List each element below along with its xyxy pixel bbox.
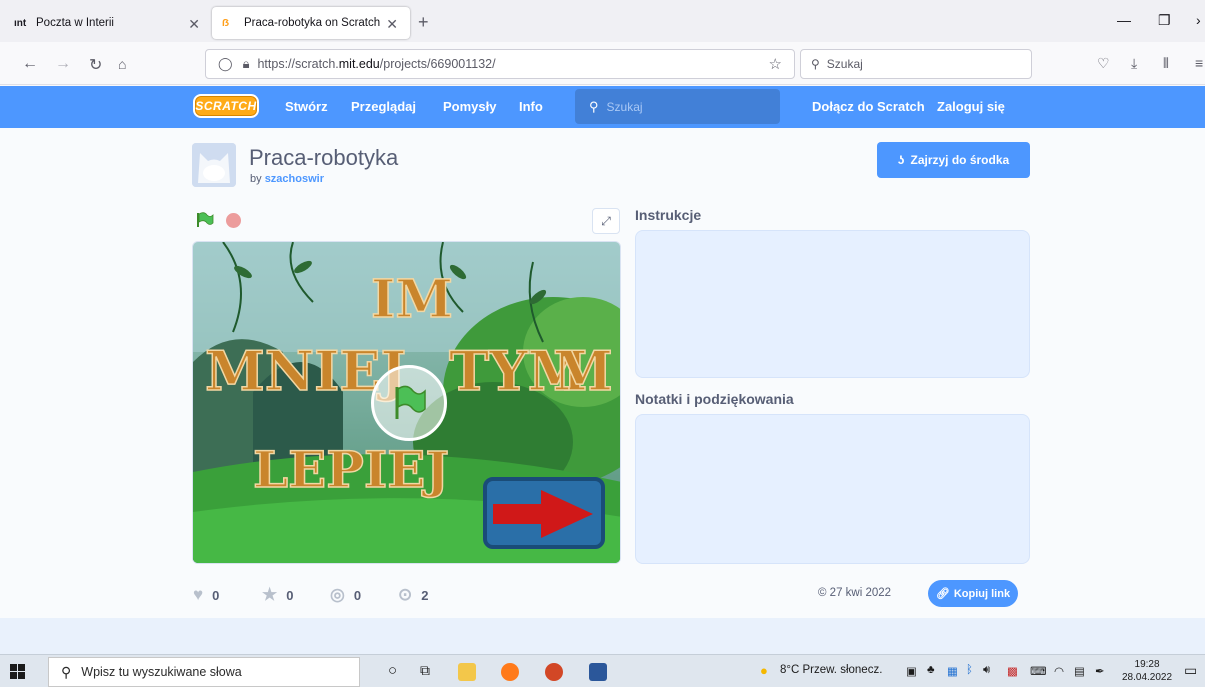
wifi-icon[interactable]: ◠	[1054, 664, 1064, 678]
close-window-icon[interactable]: ›	[1196, 12, 1201, 28]
project-page: Praca-robotyka by szachoswir ʖ Zajrzyj d…	[0, 128, 1205, 618]
firefox-icon[interactable]	[501, 663, 519, 681]
close-tab-icon[interactable]: ✕	[386, 16, 398, 33]
pocket-icon[interactable]: ♡	[1097, 55, 1110, 72]
project-title: Praca-robotyka	[249, 145, 399, 170]
green-flag-icon[interactable]	[196, 212, 214, 228]
share-date: © 27 kwi 2022	[818, 587, 892, 599]
tab-scratch[interactable]: ẞ Praca-robotyka on Scratch ✕	[212, 7, 410, 39]
taskbar-clock[interactable]: 19:28 28.04.2022	[1122, 658, 1172, 684]
browser-search-field[interactable]: ⚲ Szukaj	[800, 49, 1032, 79]
back-icon[interactable]: ←	[22, 55, 38, 73]
restore-icon[interactable]: ❐	[1158, 12, 1171, 29]
notes-box	[635, 414, 1030, 564]
windows-start-icon[interactable]	[10, 664, 25, 679]
tray-app-icon[interactable]: ♣	[927, 664, 935, 676]
tracking-shield-icon[interactable]: ◯	[218, 56, 233, 72]
address-bar[interactable]: ◯ 🔒︎ https://scratch.mit.edu/projects/66…	[205, 49, 795, 79]
avatar[interactable]	[192, 143, 236, 187]
stage-text-m: M	[553, 339, 613, 403]
author-link[interactable]: szachoswir	[265, 173, 324, 185]
scratch-favicon-icon: ẞ	[222, 17, 230, 29]
new-tab-icon[interactable]: +	[418, 12, 429, 33]
favorite-stat[interactable]: ★ 0	[262, 585, 293, 605]
home-icon[interactable]: ⌂	[118, 56, 126, 72]
file-explorer-icon[interactable]	[458, 663, 476, 681]
volume-icon[interactable]: 🔊︎	[983, 664, 990, 677]
bookmark-star-icon[interactable]: ☆	[769, 55, 782, 73]
cat-avatar-icon	[192, 143, 236, 187]
green-flag-icon	[395, 385, 426, 419]
copy-link-button[interactable]: 🔗︎ Kopiuj link	[928, 580, 1018, 607]
remix-stat: ◎ 0	[330, 585, 362, 604]
project-stage[interactable]: IM MNIEJ TYM M LEPIEJ	[192, 241, 621, 564]
scratch-search-input[interactable]: ⚲ Szukaj	[575, 89, 780, 124]
scratch-navbar: SCRATCH Stwórz Przeglądaj Pomysły Info ⚲…	[0, 86, 1205, 128]
powerpoint-icon[interactable]	[545, 663, 563, 681]
pen-icon[interactable]: ✒	[1095, 664, 1105, 678]
interia-favicon-icon: ınt	[14, 17, 27, 29]
search-icon: ⚲	[589, 98, 599, 114]
project-author-line: by szachoswir	[250, 173, 324, 185]
keyboard-icon[interactable]: ▤	[1074, 664, 1085, 678]
fullscreen-button[interactable]: ⤢	[592, 208, 620, 234]
heart-icon: ♥	[193, 585, 204, 604]
instructions-box	[635, 230, 1030, 378]
url-text[interactable]: https://scratch.mit.edu/projects/6690011…	[257, 57, 495, 71]
reload-icon[interactable]: ↻	[89, 55, 102, 75]
task-view-icon[interactable]: ⧉	[420, 662, 430, 679]
browser-tab-bar: ınt Poczta w Interii ✕ ẞ Praca-robotyka …	[0, 0, 1205, 42]
weather-sun-icon: ●	[760, 663, 768, 678]
search-icon: ⚲	[61, 663, 72, 680]
nav-about[interactable]: Info	[519, 99, 543, 114]
nav-ideas[interactable]: Pomysły	[443, 99, 496, 114]
see-inside-button[interactable]: ʖ Zajrzyj do środka	[877, 142, 1030, 178]
views-stat: ⊙ 2	[398, 585, 429, 604]
instructions-label: Instrukcje	[635, 207, 702, 223]
love-stat[interactable]: ♥ 0	[193, 585, 219, 605]
input-method-icon[interactable]: ⌨	[1030, 664, 1047, 678]
tray-app-icon[interactable]: ▩	[1007, 664, 1018, 678]
star-icon: ★	[262, 585, 278, 604]
menu-icon[interactable]: ≡	[1195, 55, 1203, 71]
lock-icon[interactable]: 🔒︎	[243, 56, 250, 72]
browser-nav-bar: ← → ↻ ⌂ ◯ 🔒︎ https://scratch.mit.edu/pro…	[0, 42, 1205, 85]
tray-app-icon[interactable]: ▦	[947, 664, 958, 678]
eye-icon: ⊙	[398, 585, 413, 604]
nav-explore[interactable]: Przeglądaj	[351, 99, 416, 114]
word-icon[interactable]	[589, 663, 607, 681]
notifications-icon[interactable]: ▭	[1184, 662, 1197, 679]
cortana-icon[interactable]: ○	[388, 662, 397, 679]
tab-poczta[interactable]: ınt Poczta w Interii ✕	[4, 7, 212, 39]
nav-create[interactable]: Stwórz	[285, 99, 328, 114]
library-icon[interactable]: ⫴	[1163, 55, 1169, 72]
tab-title: Poczta w Interii	[36, 17, 114, 29]
remix-icon: ◎	[330, 585, 345, 604]
bluetooth-icon[interactable]: ᛒ	[966, 664, 973, 676]
forward-icon[interactable]: →	[55, 55, 71, 73]
link-icon: 🔗︎	[935, 588, 950, 600]
stop-icon[interactable]	[226, 213, 241, 228]
search-icon: ⚲	[811, 57, 820, 71]
tab-title: Praca-robotyka on Scratch	[244, 17, 381, 29]
windows-taskbar: ⚲ Wpisz tu wyszukiwane słowa ○ ⧉ ● 8°C P…	[0, 654, 1205, 687]
downloads-icon[interactable]: ⤓	[1131, 55, 1137, 72]
stage-text-im: IM	[371, 269, 453, 330]
see-inside-icon: ʖ	[897, 153, 905, 167]
footer-band	[0, 618, 1205, 654]
weather-text[interactable]: 8°C Przew. słonecz.	[780, 664, 882, 676]
scratch-logo[interactable]: SCRATCH	[193, 94, 259, 118]
tray-app-icon[interactable]: ▣	[906, 664, 917, 678]
join-scratch-link[interactable]: Dołącz do Scratch	[812, 99, 925, 114]
taskbar-search-input[interactable]: ⚲ Wpisz tu wyszukiwane słowa	[48, 657, 360, 687]
sign-in-link[interactable]: Zaloguj się	[937, 99, 1005, 114]
stage-text-lepiej: LEPIEJ	[253, 440, 449, 499]
notes-label: Notatki i podziękowania	[635, 391, 794, 407]
play-green-flag-button[interactable]	[371, 365, 447, 441]
close-tab-icon[interactable]: ✕	[188, 16, 200, 33]
minimize-icon[interactable]: —	[1117, 12, 1131, 28]
